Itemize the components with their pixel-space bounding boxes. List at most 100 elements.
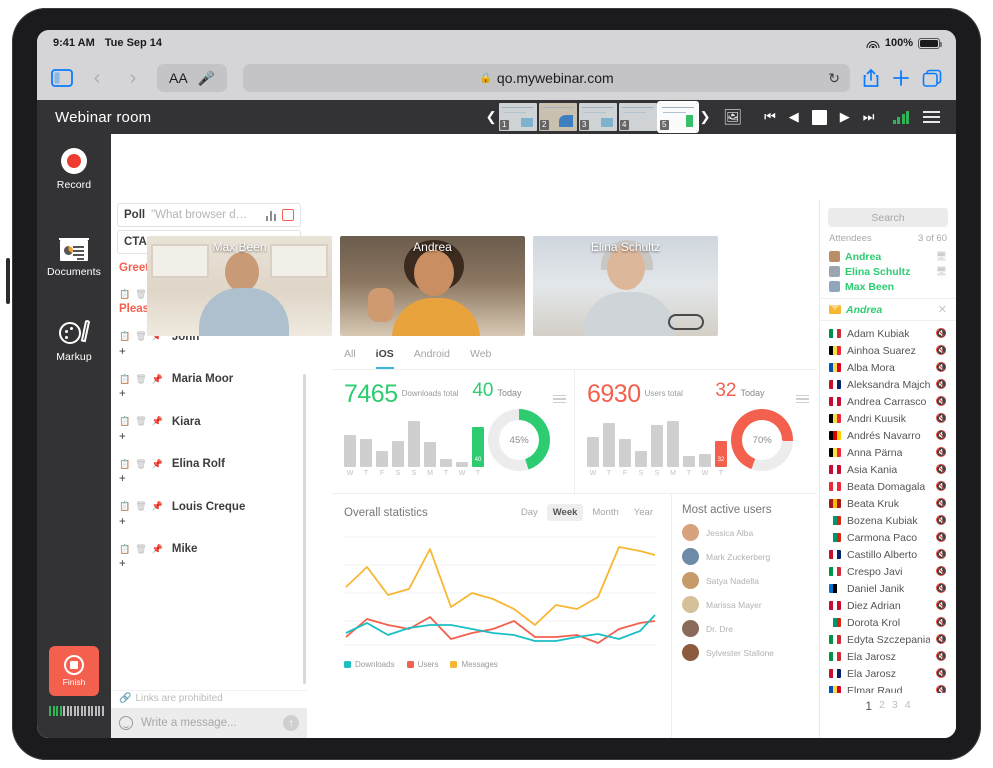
- muted-microphone-icon[interactable]: 🔇: [936, 566, 947, 577]
- muted-microphone-icon[interactable]: 🔇: [936, 464, 947, 475]
- tab-android[interactable]: Android: [414, 348, 450, 369]
- delete-icon[interactable]: 🗑: [135, 459, 146, 470]
- muted-microphone-icon[interactable]: 🔇: [936, 651, 947, 662]
- finish-button[interactable]: Finish: [49, 646, 99, 696]
- muted-microphone-icon[interactable]: 🔇: [936, 617, 947, 628]
- copy-icon[interactable]: 📋: [119, 544, 130, 555]
- pin-icon[interactable]: 📌: [152, 416, 163, 427]
- range-month[interactable]: Month: [586, 504, 624, 521]
- attendee-row[interactable]: Andri Kuusik 🔇: [820, 410, 956, 427]
- attendee-row[interactable]: Ela Jarosz 🔇: [820, 665, 956, 682]
- copy-icon[interactable]: 📋: [119, 289, 130, 300]
- muted-microphone-icon[interactable]: 🔇: [936, 634, 947, 645]
- attendee-row[interactable]: Bozena Kubiak 🔇: [820, 512, 956, 529]
- speaker-row[interactable]: Andrea 🖥: [820, 249, 956, 264]
- active-user-row[interactable]: Mark Zuckerberg: [682, 548, 807, 565]
- muted-microphone-icon[interactable]: 🔇: [936, 498, 947, 509]
- sidebar-icon[interactable]: [51, 69, 73, 87]
- muted-microphone-icon[interactable]: 🔇: [936, 515, 947, 526]
- tab-web[interactable]: Web: [470, 348, 491, 369]
- markup-button[interactable]: Markup: [37, 319, 111, 363]
- emoji-icon[interactable]: [119, 716, 133, 730]
- muted-microphone-icon[interactable]: 🔇: [936, 549, 947, 560]
- active-user-row[interactable]: Jessica Alba: [682, 524, 807, 541]
- reload-icon[interactable]: ↻: [828, 70, 840, 87]
- muted-microphone-icon[interactable]: 🔇: [936, 328, 947, 339]
- attendee-row[interactable]: Aleksandra Majchrzak 🔇: [820, 376, 956, 393]
- pin-icon[interactable]: 📌: [152, 544, 163, 555]
- forward-icon[interactable]: ›: [121, 67, 145, 90]
- attendee-row[interactable]: Ela Jarosz 🔇: [820, 648, 956, 665]
- attendee-row[interactable]: Diez Adrian 🔇: [820, 597, 956, 614]
- speaker-row[interactable]: Max Been: [820, 279, 956, 294]
- muted-microphone-icon[interactable]: 🔇: [936, 379, 947, 390]
- kpi-menu-icon[interactable]: [552, 394, 566, 403]
- delete-icon[interactable]: 🗑: [135, 544, 146, 555]
- attendee-row[interactable]: Beata Domagala 🔇: [820, 478, 956, 495]
- pin-icon[interactable]: 📌: [152, 501, 163, 512]
- pin-icon[interactable]: 📌: [152, 374, 163, 385]
- attendee-row[interactable]: Anna Pärna 🔇: [820, 444, 956, 461]
- attendee-row[interactable]: Beata Kruk 🔇: [820, 495, 956, 512]
- attendee-row[interactable]: Asia Kania 🔇: [820, 461, 956, 478]
- page-1[interactable]: 1: [865, 699, 872, 713]
- tab-all[interactable]: All: [344, 348, 356, 369]
- step-back-icon[interactable]: ◀: [789, 109, 799, 125]
- attendee-row[interactable]: Daniel Janik 🔇: [820, 580, 956, 597]
- skip-to-end-icon[interactable]: ⏭: [863, 109, 875, 125]
- delete-icon[interactable]: 🗑: [135, 416, 146, 427]
- speaker-row[interactable]: Elina Schultz 🖥: [820, 264, 956, 279]
- plus-icon[interactable]: [892, 69, 910, 87]
- active-user-row[interactable]: Dr. Dre: [682, 620, 807, 637]
- send-up-icon[interactable]: ↑: [283, 715, 299, 731]
- active-user-row[interactable]: Marissa Mayer: [682, 596, 807, 613]
- muted-microphone-icon[interactable]: 🔇: [936, 532, 947, 543]
- range-day[interactable]: Day: [515, 504, 544, 521]
- attendee-row[interactable]: Castillo Alberto 🔇: [820, 546, 956, 563]
- address-bar[interactable]: 🔒 qo.mywebinar.com ↻: [243, 64, 850, 92]
- page-3[interactable]: 3: [892, 699, 898, 713]
- active-user-row[interactable]: Satya Nadella: [682, 572, 807, 589]
- slide-thumbnail[interactable]: 3: [579, 103, 618, 131]
- microphone-icon[interactable]: 🎤: [198, 70, 215, 87]
- pin-icon[interactable]: 📌: [152, 459, 163, 470]
- skip-to-start-icon[interactable]: ⏮: [764, 109, 776, 125]
- delete-icon[interactable]: 🗑: [135, 331, 146, 342]
- documents-button[interactable]: Documents: [37, 238, 111, 278]
- muted-microphone-icon[interactable]: 🔇: [936, 583, 947, 594]
- attendee-row[interactable]: Andrés Navarro 🔇: [820, 427, 956, 444]
- tabs-icon[interactable]: [922, 69, 942, 88]
- attendee-row[interactable]: Alba Mora 🔇: [820, 359, 956, 376]
- range-year[interactable]: Year: [628, 504, 659, 521]
- copy-icon[interactable]: 📋: [119, 459, 130, 470]
- search-input[interactable]: Search: [828, 208, 948, 227]
- delete-icon[interactable]: 🗑: [135, 374, 146, 385]
- attendee-row[interactable]: Elmar Raud 🔇: [820, 682, 956, 693]
- stop-icon[interactable]: [811, 109, 827, 125]
- slide-thumbnail[interactable]: 2: [539, 103, 578, 131]
- page-2[interactable]: 2: [879, 699, 885, 713]
- delete-icon[interactable]: 🗑: [135, 289, 146, 300]
- copy-icon[interactable]: 📋: [119, 416, 130, 427]
- message-input-placeholder[interactable]: Write a message...: [141, 717, 275, 729]
- image-icon[interactable]: 🖼: [723, 108, 742, 126]
- share-icon[interactable]: [862, 68, 880, 88]
- record-button[interactable]: Record: [37, 148, 111, 191]
- delete-icon[interactable]: 🗑: [135, 501, 146, 512]
- muted-microphone-icon[interactable]: 🔇: [936, 396, 947, 407]
- video-tile[interactable]: Andrea: [340, 236, 525, 336]
- muted-microphone-icon[interactable]: 🔇: [936, 600, 947, 611]
- page-settings-button[interactable]: AA 🎤: [157, 64, 228, 92]
- screen-share-icon[interactable]: 🖥: [936, 251, 947, 262]
- play-icon[interactable]: ▶: [840, 109, 850, 125]
- tab-ios[interactable]: iOS: [375, 348, 394, 369]
- attendee-row[interactable]: Andrea Carrasco 🔇: [820, 393, 956, 410]
- slide-thumbnail[interactable]: 4: [619, 103, 658, 131]
- attendee-row[interactable]: Carmona Paco 🔇: [820, 529, 956, 546]
- page-4[interactable]: 4: [905, 699, 911, 713]
- video-tile[interactable]: Elina Schultz: [533, 236, 718, 336]
- attendee-row[interactable]: Ainhoa Suarez 🔇: [820, 342, 956, 359]
- muted-microphone-icon[interactable]: 🔇: [936, 345, 947, 356]
- selected-attendee-row[interactable]: Andrea ✕: [820, 298, 956, 321]
- back-icon[interactable]: ‹: [85, 67, 109, 90]
